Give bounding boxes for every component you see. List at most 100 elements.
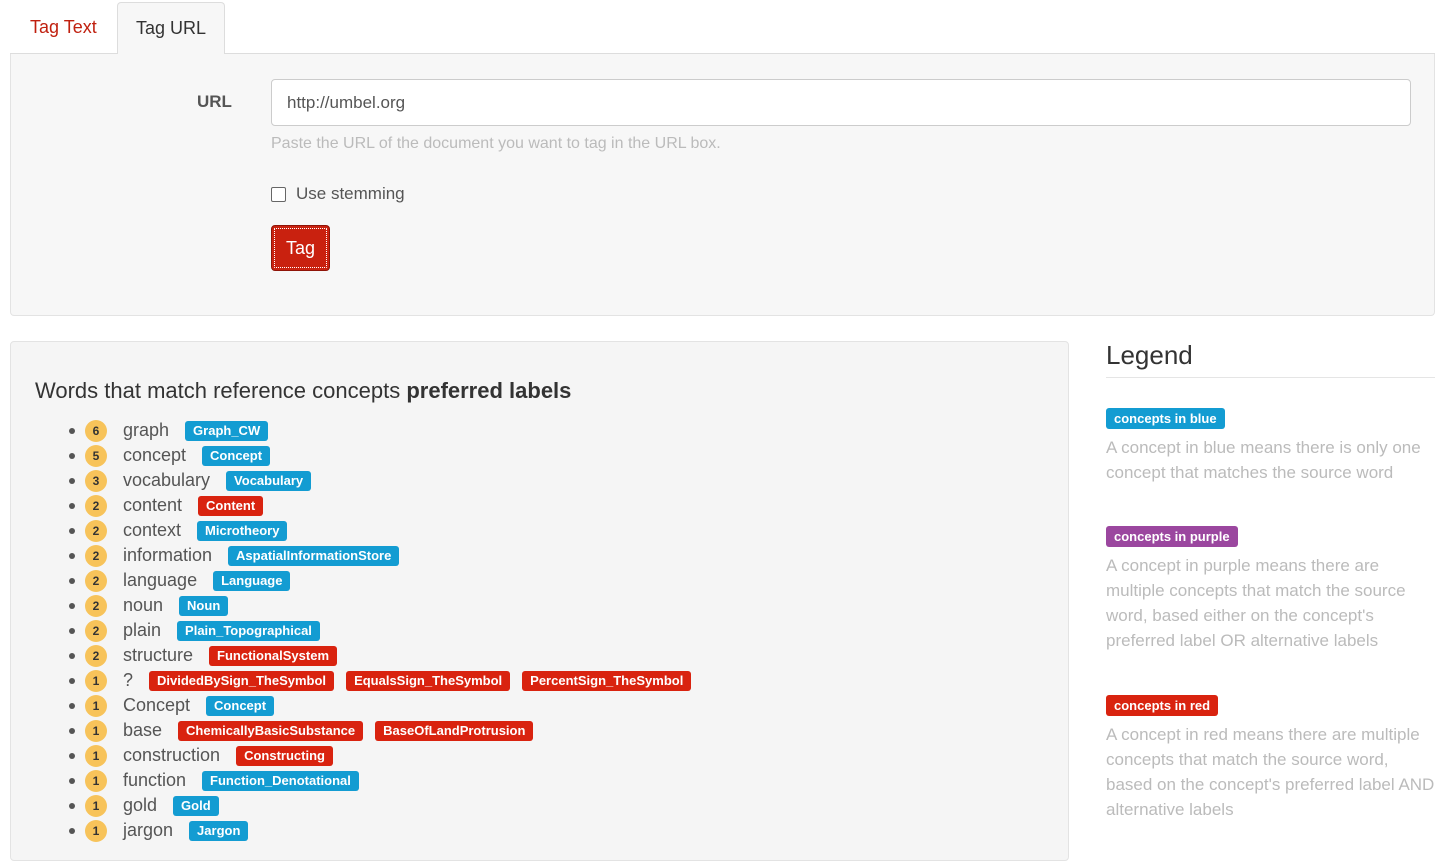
- count-badge: 1: [85, 819, 107, 842]
- source-word: Concept: [123, 695, 191, 715]
- bullet-icon: [69, 502, 75, 509]
- source-word: jargon: [123, 820, 174, 840]
- tab-tag-url[interactable]: Tag URL: [117, 2, 226, 55]
- source-word: context: [123, 520, 182, 540]
- source-word: noun: [123, 595, 164, 615]
- concept-tag[interactable]: AspatialInformationStore: [228, 545, 400, 566]
- word-list-item: 2 noun Noun: [69, 593, 703, 618]
- word-list-item: 1 base ChemicallyBasicSubstance BaseOfLandP…: [69, 718, 703, 743]
- count-badge: 1: [85, 694, 107, 717]
- tab-tag-text[interactable]: Tag Text: [12, 2, 115, 54]
- legend: Legend concepts in blue A concept in blu…: [1106, 340, 1435, 819]
- legend-entry-red: concepts in red A concept in red means t…: [1106, 695, 1435, 822]
- concept-tag[interactable]: Content: [198, 495, 264, 516]
- tag-url-form: URL Paste the URL of the document you wa…: [10, 54, 1435, 316]
- tab-bar: Tag Text Tag URL: [10, 0, 1435, 55]
- count-badge: 2: [85, 644, 107, 667]
- bullet-icon: [69, 477, 75, 484]
- concept-tag[interactable]: Constructing: [236, 745, 333, 766]
- concept-tag[interactable]: BaseOfLandProtrusion: [375, 720, 534, 741]
- use-stemming-checkbox[interactable]: [271, 186, 286, 202]
- word-list-item: 2 structure FunctionalSystem: [69, 643, 703, 668]
- bullet-icon: [69, 602, 75, 609]
- source-word: vocabulary: [123, 470, 211, 490]
- source-word: base: [123, 720, 163, 740]
- source-word: information: [123, 545, 213, 565]
- results-title: Words that match reference concepts pref…: [35, 378, 571, 404]
- concept-tag[interactable]: Language: [213, 570, 291, 591]
- results-title-prefix: Words that match reference concepts: [35, 378, 407, 403]
- count-badge: 2: [85, 519, 107, 542]
- count-badge: 1: [85, 794, 107, 817]
- concept-tag[interactable]: ChemicallyBasicSubstance: [178, 720, 364, 741]
- legend-badge-red: concepts in red: [1106, 695, 1219, 716]
- legend-entry-blue: concepts in blue A concept in blue means…: [1106, 408, 1435, 485]
- concept-tag[interactable]: Concept: [206, 695, 275, 716]
- source-word: gold: [123, 795, 158, 815]
- word-list-item: 1? DividedBySign_TheSymbol EqualsSign_TheS…: [69, 668, 703, 693]
- word-list-item: 1 jargon Jargon: [69, 818, 703, 843]
- source-word: graph: [123, 420, 170, 440]
- legend-entry-purple: concepts in purple A concept in purple m…: [1106, 526, 1435, 653]
- source-word: structure: [123, 645, 194, 665]
- concept-tag[interactable]: Plain_Topographical: [177, 620, 320, 641]
- source-word: content: [123, 495, 183, 515]
- bullet-icon: [69, 527, 75, 534]
- concept-tag[interactable]: Gold: [173, 795, 219, 816]
- word-list-item: 1 Concept Concept: [69, 693, 703, 718]
- count-badge: 3: [85, 469, 107, 492]
- bullet-icon: [69, 427, 75, 434]
- word-list-item: 1 construction Constructing: [69, 743, 703, 768]
- bullet-icon: [69, 727, 75, 734]
- concept-tag[interactable]: PercentSign_TheSymbol: [522, 670, 692, 691]
- tag-button[interactable]: Tag: [271, 225, 330, 271]
- source-word: concept: [123, 445, 187, 465]
- concept-tag[interactable]: Noun: [179, 595, 229, 616]
- concept-tag[interactable]: Function_Denotational: [202, 770, 359, 791]
- word-list-item: 1 function Function_Denotational: [69, 768, 703, 793]
- word-list-item: 5 concept Concept: [69, 443, 703, 468]
- bullet-icon: [69, 552, 75, 559]
- bullet-icon: [69, 752, 75, 759]
- word-list-item: 6 graph Graph_CW: [69, 418, 703, 443]
- bullet-icon: [69, 702, 75, 709]
- results-title-bold: preferred labels: [406, 378, 572, 403]
- concept-tag[interactable]: DividedBySign_TheSymbol: [149, 670, 335, 691]
- count-badge: 1: [85, 669, 107, 692]
- word-list-item: 1 gold Gold: [69, 793, 703, 818]
- url-input[interactable]: [271, 79, 1411, 126]
- concept-tag[interactable]: Jargon: [189, 820, 249, 841]
- word-list-item: 2 content Content: [69, 493, 703, 518]
- bullet-icon: [69, 627, 75, 634]
- concept-tag[interactable]: Graph_CW: [185, 420, 269, 441]
- concept-tag[interactable]: Vocabulary: [226, 470, 312, 491]
- word-list: 6 graph Graph_CW 5 concept Concept 3 vocabulary…: [69, 418, 703, 843]
- word-list-item: 2 information AspatialInformationStore: [69, 543, 703, 568]
- concept-tag[interactable]: Microtheory: [197, 520, 288, 541]
- word-list-item: 3 vocabulary Vocabulary: [69, 468, 703, 493]
- url-label: URL: [197, 92, 232, 111]
- concept-tag[interactable]: EqualsSign_TheSymbol: [346, 670, 511, 691]
- count-badge: 2: [85, 569, 107, 592]
- legend-badge-blue: concepts in blue: [1106, 408, 1225, 429]
- count-badge: 1: [85, 719, 107, 742]
- concept-tag[interactable]: Concept: [202, 445, 271, 466]
- source-word: construction: [123, 745, 221, 765]
- source-word: plain: [123, 620, 162, 640]
- legend-badge-purple: concepts in purple: [1106, 526, 1238, 547]
- source-word: language: [123, 570, 198, 590]
- count-badge: 2: [85, 544, 107, 567]
- results-panel: Words that match reference concepts pref…: [10, 341, 1069, 861]
- use-stemming-label[interactable]: Use stemming: [296, 184, 405, 204]
- count-badge: 2: [85, 494, 107, 517]
- count-badge: 2: [85, 619, 107, 642]
- bullet-icon: [69, 652, 75, 659]
- count-badge: 1: [85, 744, 107, 767]
- use-stemming-row[interactable]: Use stemming: [271, 184, 405, 204]
- bullet-icon: [69, 577, 75, 584]
- source-word: ?: [123, 670, 134, 690]
- concept-tag[interactable]: FunctionalSystem: [209, 645, 337, 666]
- source-word: function: [123, 770, 187, 790]
- word-list-item: 2 context Microtheory: [69, 518, 703, 543]
- word-list-item: 2 language Language: [69, 568, 703, 593]
